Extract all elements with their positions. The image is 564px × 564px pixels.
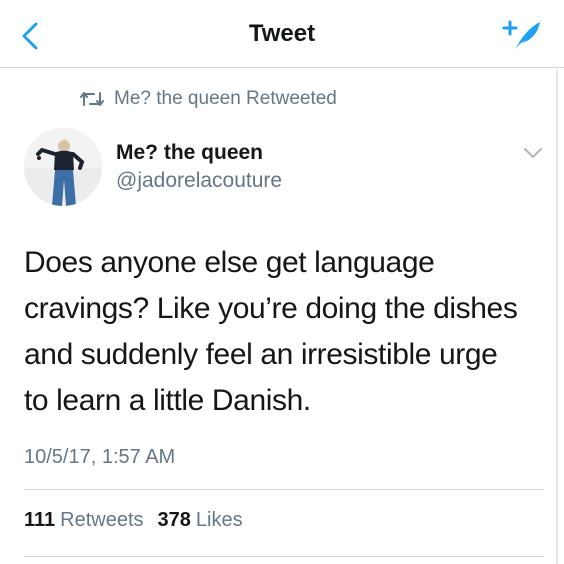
tweet-text-line: cravings? Like you’re doing the dishes (24, 292, 518, 325)
avatar-photo (24, 128, 102, 206)
tweet-text-line: to learn a little Danish. (24, 384, 311, 417)
retweets-stat[interactable]: 111 Retweets (24, 509, 144, 532)
retweets-count: 111 (24, 509, 56, 531)
retweeted-by-label: Me? the queen Retweeted (114, 88, 337, 109)
retweets-label: Retweets (60, 509, 144, 531)
compose-tweet-button[interactable] (500, 16, 544, 56)
retweeted-by-row[interactable]: Me? the queen Retweeted (80, 86, 337, 112)
author-display-name[interactable]: Me? the queen (116, 141, 263, 165)
tweet-text: Does anyone else get language cravings? … (24, 240, 544, 424)
tweet-text-line: Does anyone else get language (24, 246, 435, 279)
navigation-bar: Tweet (0, 0, 564, 68)
avatar[interactable] (24, 128, 102, 206)
retweet-icon (80, 92, 104, 106)
divider (24, 489, 544, 490)
tweet-text-line: and suddenly feel an irresistible urge (24, 338, 498, 371)
divider (24, 556, 544, 557)
more-options-button[interactable] (522, 144, 544, 162)
compose-tweet-icon (502, 20, 540, 50)
likes-count: 378 (157, 509, 191, 531)
likes-label: Likes (195, 509, 243, 531)
author-handle[interactable]: @jadorelacouture (116, 169, 282, 193)
scrollbar[interactable] (556, 70, 558, 564)
chevron-down-icon (524, 148, 542, 158)
likes-stat[interactable]: 378 Likes (158, 509, 243, 532)
tweet-timestamp: 10/5/17, 1:57 AM (24, 446, 176, 468)
page-title: Tweet (248, 20, 316, 47)
engagement-stats: 111 Retweets 378 Likes (24, 509, 257, 532)
